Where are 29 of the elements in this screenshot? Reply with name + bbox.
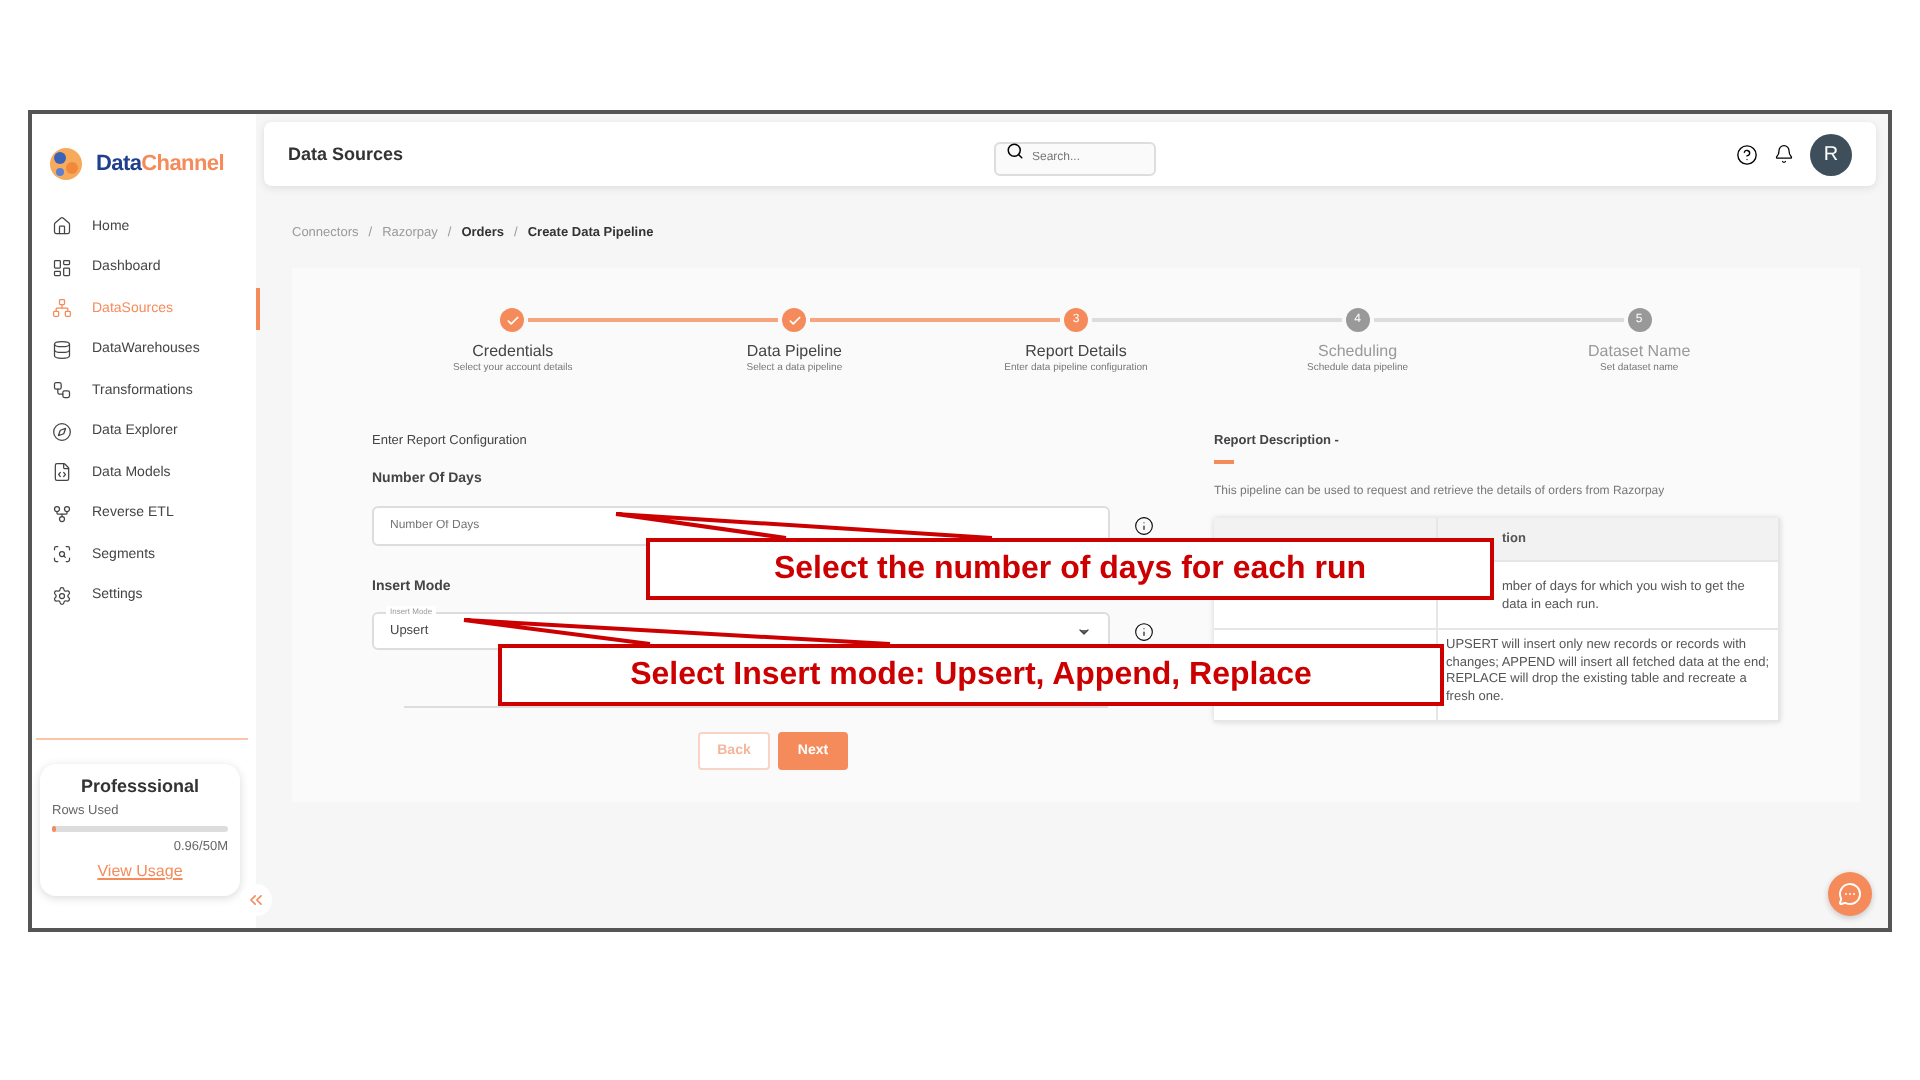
help-icon[interactable]: [1736, 143, 1758, 165]
dashboard-icon: [52, 257, 72, 278]
database-icon: [52, 339, 72, 360]
callout-label: Select the number of days for each run: [646, 538, 1494, 600]
network-icon: [52, 298, 72, 319]
step-title: Data Pipeline: [746, 342, 842, 360]
compass-icon: [52, 421, 72, 442]
step-title: Credentials: [472, 342, 554, 360]
file-code-icon: [52, 462, 72, 483]
settings-icon: [52, 585, 72, 606]
info-icon[interactable]: [1134, 621, 1154, 641]
step-title: Report Details: [1025, 342, 1127, 360]
callout-label: Select Insert mode: Upsert, Append, Replace: [498, 644, 1444, 706]
chevrons-left-icon: [246, 890, 266, 910]
home-icon: [52, 216, 72, 237]
fork-icon: [52, 503, 72, 524]
step-title: Scheduling: [1317, 342, 1398, 360]
search-icon: [1006, 142, 1024, 160]
logo-icon: [48, 146, 84, 182]
avatar[interactable]: R: [1810, 133, 1852, 175]
chat-icon: [1838, 882, 1862, 906]
page-title: Data Sources: [288, 144, 404, 164]
info-icon[interactable]: [1134, 516, 1154, 536]
list-search-icon: [52, 544, 72, 565]
step-title: Dataset Name: [1588, 342, 1691, 360]
plan-name: Professsional: [78, 776, 202, 796]
logo-text: DataChannel: [96, 152, 224, 176]
workflow-icon: [52, 380, 72, 401]
notification-icon[interactable]: [1774, 144, 1794, 164]
